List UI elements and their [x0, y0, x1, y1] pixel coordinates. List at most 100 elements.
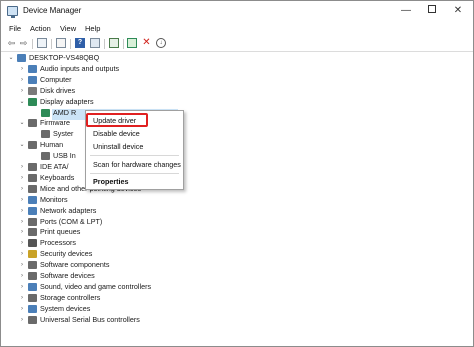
ctx-properties[interactable]: Properties — [93, 177, 129, 187]
menu-help[interactable]: Help — [85, 24, 100, 33]
chevron-right-icon[interactable]: › — [19, 304, 25, 314]
chevron-right-icon[interactable]: › — [19, 238, 25, 248]
chevron-right-icon[interactable]: › — [19, 227, 25, 237]
refresh-list-icon[interactable] — [56, 38, 66, 48]
chevron-down-icon[interactable]: ⌄ — [19, 118, 25, 128]
menu-file[interactable]: File — [9, 24, 21, 33]
toolbar-separator — [104, 39, 105, 49]
port-icon — [28, 217, 37, 226]
toolbar-separator — [51, 39, 52, 49]
tree-node-label: Sound, video and game controllers — [40, 281, 152, 291]
context-menu: Update driver Disable device Uninstall d… — [85, 110, 184, 190]
tree-node-label: IDE ATA/ — [40, 162, 69, 171]
help-icon[interactable]: ? — [75, 38, 85, 48]
tree-node-label: Display adapters — [40, 96, 94, 106]
add-driver-icon[interactable] — [127, 38, 137, 48]
close-button[interactable]: ✕ — [445, 3, 471, 19]
toolbar-divider — [1, 51, 473, 52]
tree-node-label: Processors — [40, 238, 76, 248]
ctx-separator — [90, 155, 179, 156]
keyboard-icon — [28, 173, 37, 182]
tree-node-label: Storage controllers — [40, 292, 101, 302]
network-icon — [28, 206, 37, 215]
chevron-right-icon[interactable]: › — [19, 315, 25, 325]
uninstall-x-icon[interactable]: ✕ — [141, 37, 152, 49]
display-adapter-icon — [28, 97, 37, 106]
speaker-icon — [28, 282, 37, 291]
chip-icon — [28, 119, 37, 128]
chevron-right-icon[interactable]: › — [19, 293, 25, 303]
back-arrow-icon[interactable]: ⇦ — [6, 38, 17, 49]
chevron-down-icon[interactable]: ⌄ — [19, 140, 25, 150]
tree-node-label: Ports (COM & LPT) — [40, 216, 103, 226]
tree-node-label: System devices — [40, 303, 91, 313]
keyboard-icon — [41, 152, 50, 161]
tree-node-label: Syster — [53, 129, 74, 139]
menu-bar: File Action View Help — [1, 23, 473, 37]
component-icon — [28, 272, 37, 280]
mouse-icon — [28, 184, 37, 193]
window-title: Device Manager — [23, 6, 82, 15]
scan-computer-icon[interactable] — [109, 38, 119, 48]
tree-node-label: Print queues — [40, 227, 81, 237]
minimize-button[interactable]: — — [393, 3, 419, 19]
chevron-right-icon[interactable]: › — [19, 162, 25, 172]
chevron-right-icon[interactable]: › — [19, 86, 25, 96]
tree-node-label: Security devices — [40, 249, 93, 259]
menu-action[interactable]: Action — [30, 24, 51, 33]
toolbar: ⇦ ⇨ ? ✕ ↓ — [1, 37, 473, 51]
menu-view[interactable]: View — [60, 24, 76, 33]
security-icon — [28, 250, 37, 259]
toolbar-separator — [70, 39, 71, 49]
tree-node-label: AMD R — [53, 107, 77, 117]
chevron-right-icon[interactable]: › — [19, 206, 25, 216]
chevron-right-icon[interactable]: › — [19, 282, 25, 292]
tree-node-label: USB In — [53, 151, 76, 161]
properties-sheet-icon[interactable] — [37, 38, 47, 48]
toolbar-separator — [123, 39, 124, 49]
chevron-right-icon[interactable]: › — [19, 64, 25, 74]
chevron-right-icon[interactable]: › — [19, 184, 25, 194]
list-view-icon[interactable] — [90, 38, 100, 48]
chevron-right-icon[interactable]: › — [19, 260, 25, 270]
tree-node-label: Computer — [40, 74, 72, 84]
keyboard-icon — [28, 141, 37, 150]
printer-icon — [28, 228, 37, 237]
tree-node-label: Software devices — [40, 271, 95, 280]
forward-arrow-icon[interactable]: ⇨ — [18, 38, 29, 49]
chevron-down-icon[interactable]: ⌄ — [8, 53, 14, 63]
chevron-right-icon[interactable]: › — [19, 217, 25, 227]
maximize-button[interactable] — [419, 3, 445, 19]
cpu-icon — [28, 239, 37, 248]
chevron-down-icon[interactable]: ⌄ — [19, 97, 25, 107]
chevron-right-icon[interactable]: › — [19, 249, 25, 259]
chevron-right-icon[interactable]: › — [19, 271, 25, 281]
ctx-disable-device[interactable]: Disable device — [93, 129, 140, 139]
device-tree: ⌄ DESKTOP-VS48QBQ › Audio inputs and output… — [1, 53, 473, 346]
download-update-icon[interactable]: ↓ — [156, 38, 166, 48]
ctx-uninstall-device[interactable]: Uninstall device — [93, 142, 143, 152]
chevron-right-icon[interactable]: › — [19, 75, 25, 85]
monitor-icon — [28, 195, 37, 204]
chip-icon — [41, 130, 50, 139]
tree-node-label: Network adapters — [40, 205, 97, 215]
storage-icon — [28, 293, 37, 302]
ctx-scan-hardware[interactable]: Scan for hardware changes — [93, 160, 181, 170]
speaker-icon — [28, 64, 37, 73]
toolbar-separator — [32, 39, 33, 49]
usb-icon — [28, 315, 37, 324]
device-manager-icon — [7, 6, 18, 18]
device-manager-window: Device Manager — ✕ File Action View Help… — [0, 0, 474, 347]
tree-node-label: Firmware — [40, 118, 70, 128]
monitor-icon — [28, 75, 37, 84]
tree-node-label: Audio inputs and outputs — [40, 63, 120, 73]
drive-icon — [28, 86, 37, 95]
chevron-right-icon[interactable]: › — [19, 173, 25, 183]
tree-node-label: Monitors — [40, 194, 68, 204]
tree-node-label: DESKTOP-VS48QBQ — [29, 53, 100, 62]
disk-controller-icon — [28, 163, 37, 171]
tree-node-label: Keyboards — [40, 172, 75, 182]
chevron-right-icon[interactable]: › — [19, 195, 25, 205]
ctx-update-driver[interactable]: Update driver — [93, 116, 136, 126]
tree-node-label: Human — [40, 140, 64, 150]
